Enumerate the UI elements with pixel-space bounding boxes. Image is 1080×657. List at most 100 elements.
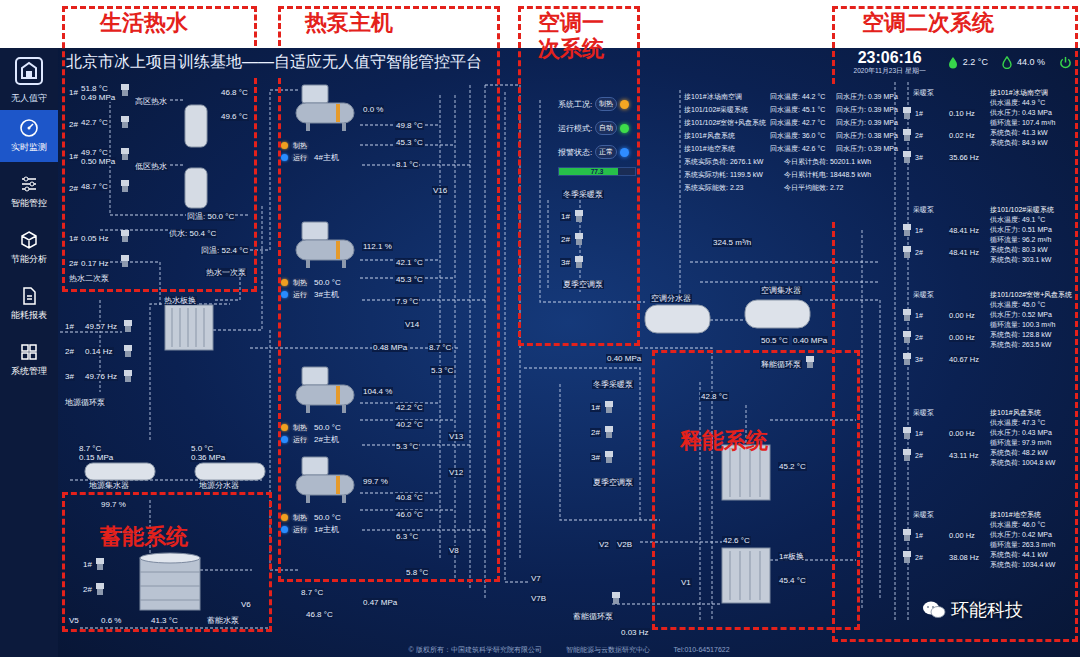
pipe — [505, 92, 540, 582]
pipe — [547, 200, 548, 290]
annotation-border — [278, 6, 281, 46]
pump-row[interactable]: 3#40.67 Hz — [903, 353, 990, 365]
pipe — [100, 262, 160, 305]
pump-row[interactable]: 2#43.11 Hz — [903, 449, 990, 461]
diagram-label: 1#板换 — [778, 552, 805, 561]
pipe — [100, 229, 168, 230]
pump-row[interactable]: 1#0.00 Hz — [903, 309, 990, 321]
pump-icon — [121, 230, 129, 242]
plate-exchanger-icon — [165, 305, 770, 603]
sidebar-item[interactable]: 能耗报表 — [0, 278, 58, 330]
document-icon — [19, 286, 39, 306]
diagram-label: 2# — [82, 585, 93, 594]
status-dot — [620, 124, 629, 133]
heat-pump-status: 制热50.0 °C运行1#主机 — [281, 513, 341, 535]
diagram-label: 回温: 50.0 °C — [186, 212, 235, 221]
branch: 采暖泵1#0.00 Hz2#38.08 Hz接101#地空系统供水温度: 46.… — [903, 510, 1074, 570]
diagram-label: 蓄能循环泵 — [572, 612, 614, 621]
diagram-label: 3# — [590, 453, 601, 462]
gauge-icon — [19, 118, 39, 138]
diagram-label: 2# — [590, 428, 601, 437]
status-row: 运行模式:自动 — [558, 119, 638, 137]
pump-row[interactable]: 2#38.08 Hz — [903, 551, 990, 563]
annotation-border — [278, 579, 500, 582]
pump-icon — [903, 309, 911, 321]
heat-pump-load: 0.0 % — [362, 105, 384, 114]
pipe — [150, 304, 230, 440]
diagram-label: 1# — [560, 212, 571, 221]
pump-icon — [121, 84, 129, 96]
diagram-label: 8.7 °C — [428, 343, 452, 352]
diagram-label: 41.3 °C — [150, 616, 179, 625]
heat-pump-icon[interactable] — [292, 83, 360, 135]
diagram-label: V12 — [448, 468, 464, 477]
pump-row[interactable]: 2#48.41 Hz — [903, 246, 990, 258]
pump-icon — [575, 233, 583, 245]
pump-group: 采暖泵1#48.41 Hz2#48.41 Hz — [903, 205, 990, 265]
diagram-label: 回温: 52.4 °C — [200, 246, 249, 255]
pipe — [270, 330, 300, 570]
pipe — [60, 331, 122, 332]
mode-dot — [281, 514, 288, 521]
pump-icon — [903, 107, 911, 119]
diagram-label: 45.2 °C — [778, 462, 807, 471]
pipe — [469, 85, 470, 590]
diagram-label: 0.48 MPa — [372, 343, 408, 352]
heat-pump-icon[interactable] — [292, 220, 360, 272]
heat-pump-status: 制热50.0 °C运行3#主机 — [281, 278, 341, 300]
pipe — [640, 541, 722, 542]
sidebar-item[interactable]: 节能分析 — [0, 222, 58, 274]
annotation-border — [269, 492, 272, 632]
heat-pump-temp: 42.1 °C — [395, 258, 424, 267]
temperature: 2.2 °C — [948, 56, 988, 69]
pump-row[interactable]: 1#48.41 Hz — [903, 224, 990, 236]
pipe — [690, 261, 880, 262]
diagram-label: 0.03 Hz — [620, 628, 650, 637]
annotation-label: 热泵主机 — [305, 10, 393, 36]
pump-icon — [575, 210, 583, 222]
pump-icon — [903, 449, 911, 461]
clock: 23:06:162020年11月23日 星期一 — [854, 50, 926, 75]
diagram-label: 49.7 °C — [80, 148, 109, 157]
power-icon[interactable] — [1059, 56, 1072, 69]
diagram-label: 热水一次泵 — [205, 268, 247, 277]
diagram-label: 空调集水器 — [760, 286, 802, 295]
sidebar-item[interactable]: 实时监测 — [0, 110, 58, 162]
diagram-label: 45.4 °C — [778, 576, 807, 585]
heat-pump-icon[interactable] — [292, 365, 360, 417]
heat-pump-load: 99.7 % — [362, 477, 389, 486]
pipe — [894, 82, 895, 620]
diagram-label: 3# — [560, 258, 571, 267]
heat-pump-temp: 45.3 °C — [395, 275, 424, 284]
status-dot — [620, 148, 629, 157]
pump-row[interactable]: 1#0.00 Hz — [903, 427, 990, 439]
pump-row[interactable]: 1#0.10 Hz — [903, 107, 990, 119]
pump-icon — [605, 426, 613, 438]
heat-pump-icon[interactable] — [292, 455, 360, 507]
annotation-label: 蓄能系统 — [100, 524, 188, 550]
diagram-label: 0.40 MPa — [606, 354, 642, 363]
pump-icon — [121, 148, 129, 160]
annotation-label: 空调二次系统 — [862, 10, 994, 36]
pump-row[interactable]: 3#35.66 Hz — [903, 151, 990, 163]
pump-row[interactable]: 2#0.02 Hz — [903, 129, 990, 141]
diagram-label: 0.50 MPa — [80, 157, 116, 166]
heat-pump-temp: 46.0 °C — [395, 510, 424, 519]
diagram-label: 0.15 MPa — [78, 453, 114, 462]
annotation-border — [497, 6, 500, 582]
diagram-label: 49.6 °C — [220, 112, 249, 121]
diagram-label: V8 — [448, 546, 460, 555]
diagram-label: 5.0 °C — [190, 444, 214, 453]
sidebar-item[interactable]: 系统管理 — [0, 334, 58, 386]
sidebar-item[interactable]: 智能管控 — [0, 166, 58, 218]
pump-row[interactable]: 1#0.00 Hz — [903, 529, 990, 541]
summary-row: 接101#冰场南空调回水温度: 44.2 °C回水压力: 0.39 MPa — [684, 90, 900, 103]
heat-pump-temp: 7.9 °C — [395, 297, 419, 306]
app-root: 无人值守实时监测智能管控节能分析能耗报表系统管理北京市冰上项目训练基地——自适应… — [0, 0, 1080, 657]
pump-row[interactable]: 2#0.00 Hz — [903, 331, 990, 343]
state-dot — [281, 436, 288, 443]
diagram-label: 冬季采暖泵 — [592, 380, 634, 389]
cube-icon — [19, 230, 39, 250]
pump-icon — [903, 129, 911, 141]
pipe — [524, 368, 640, 520]
